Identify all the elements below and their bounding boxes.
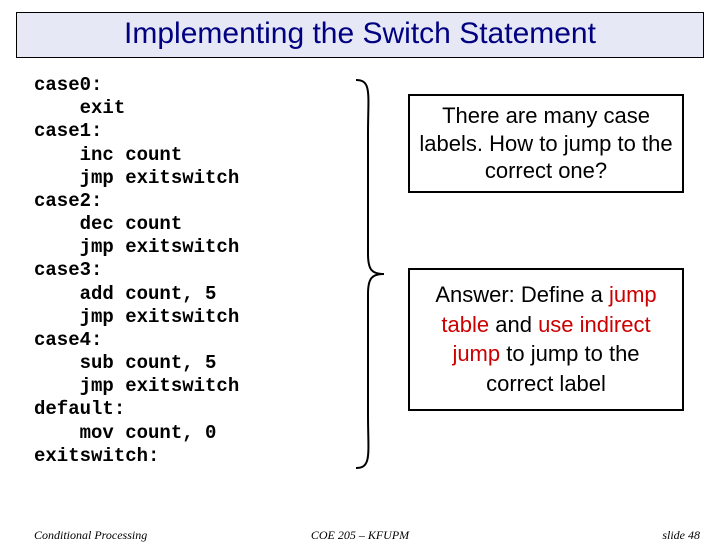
question-box: There are many case labels. How to jump …	[408, 94, 684, 193]
answer-text-post: to jump to the correct label	[486, 341, 639, 396]
footer: Conditional Processing COE 205 – KFUPM s…	[0, 528, 720, 546]
answer-box: Answer: Define a jump table and use indi…	[408, 268, 684, 411]
code-block: case0: exit case1: inc count jmp exitswi…	[34, 74, 239, 468]
slide-title: Implementing the Switch Statement	[16, 12, 704, 58]
footer-right: slide 48	[662, 528, 700, 543]
answer-text-pre: Answer: Define a	[435, 282, 609, 307]
footer-center: COE 205 – KFUPM	[0, 528, 720, 543]
answer-text-mid1: and	[489, 312, 538, 337]
brace-icon	[348, 74, 388, 474]
content-area: case0: exit case1: inc count jmp exitswi…	[0, 68, 720, 488]
